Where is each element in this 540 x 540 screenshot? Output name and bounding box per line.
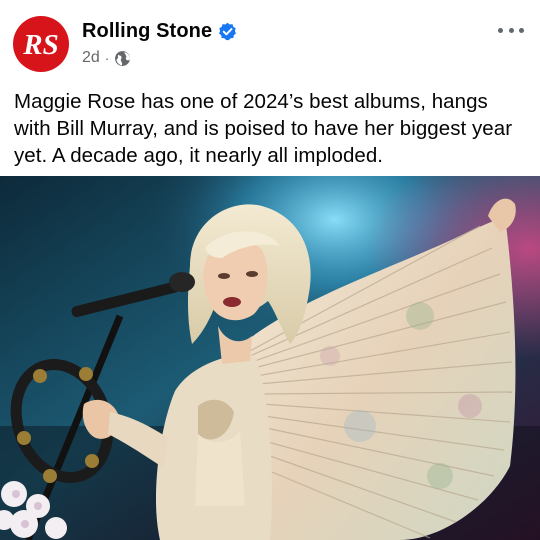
svg-text:RS: RS [22, 29, 58, 61]
post-header: RS Rolling Stone 2d · [0, 0, 540, 80]
post-meta: 2d · [82, 49, 131, 67]
page-avatar[interactable]: RS [13, 16, 69, 72]
page-name-link[interactable]: Rolling Stone [82, 20, 237, 43]
concert-photo [0, 176, 540, 540]
more-dot-2 [508, 27, 514, 33]
more-dot-1 [498, 27, 503, 33]
post-photo[interactable] [0, 176, 540, 540]
more-dot-3 [519, 27, 524, 33]
globe-icon[interactable] [114, 50, 131, 67]
rolling-stone-logo-icon: RS [22, 29, 58, 61]
page-name[interactable]: Rolling Stone [82, 20, 212, 43]
more-options-button[interactable] [498, 20, 524, 40]
verified-badge-icon [219, 22, 237, 41]
meta-separator: · [104, 50, 110, 66]
post-text: Maggie Rose has one of 2024’s best album… [14, 90, 513, 167]
post-timestamp[interactable]: 2d [82, 49, 100, 67]
